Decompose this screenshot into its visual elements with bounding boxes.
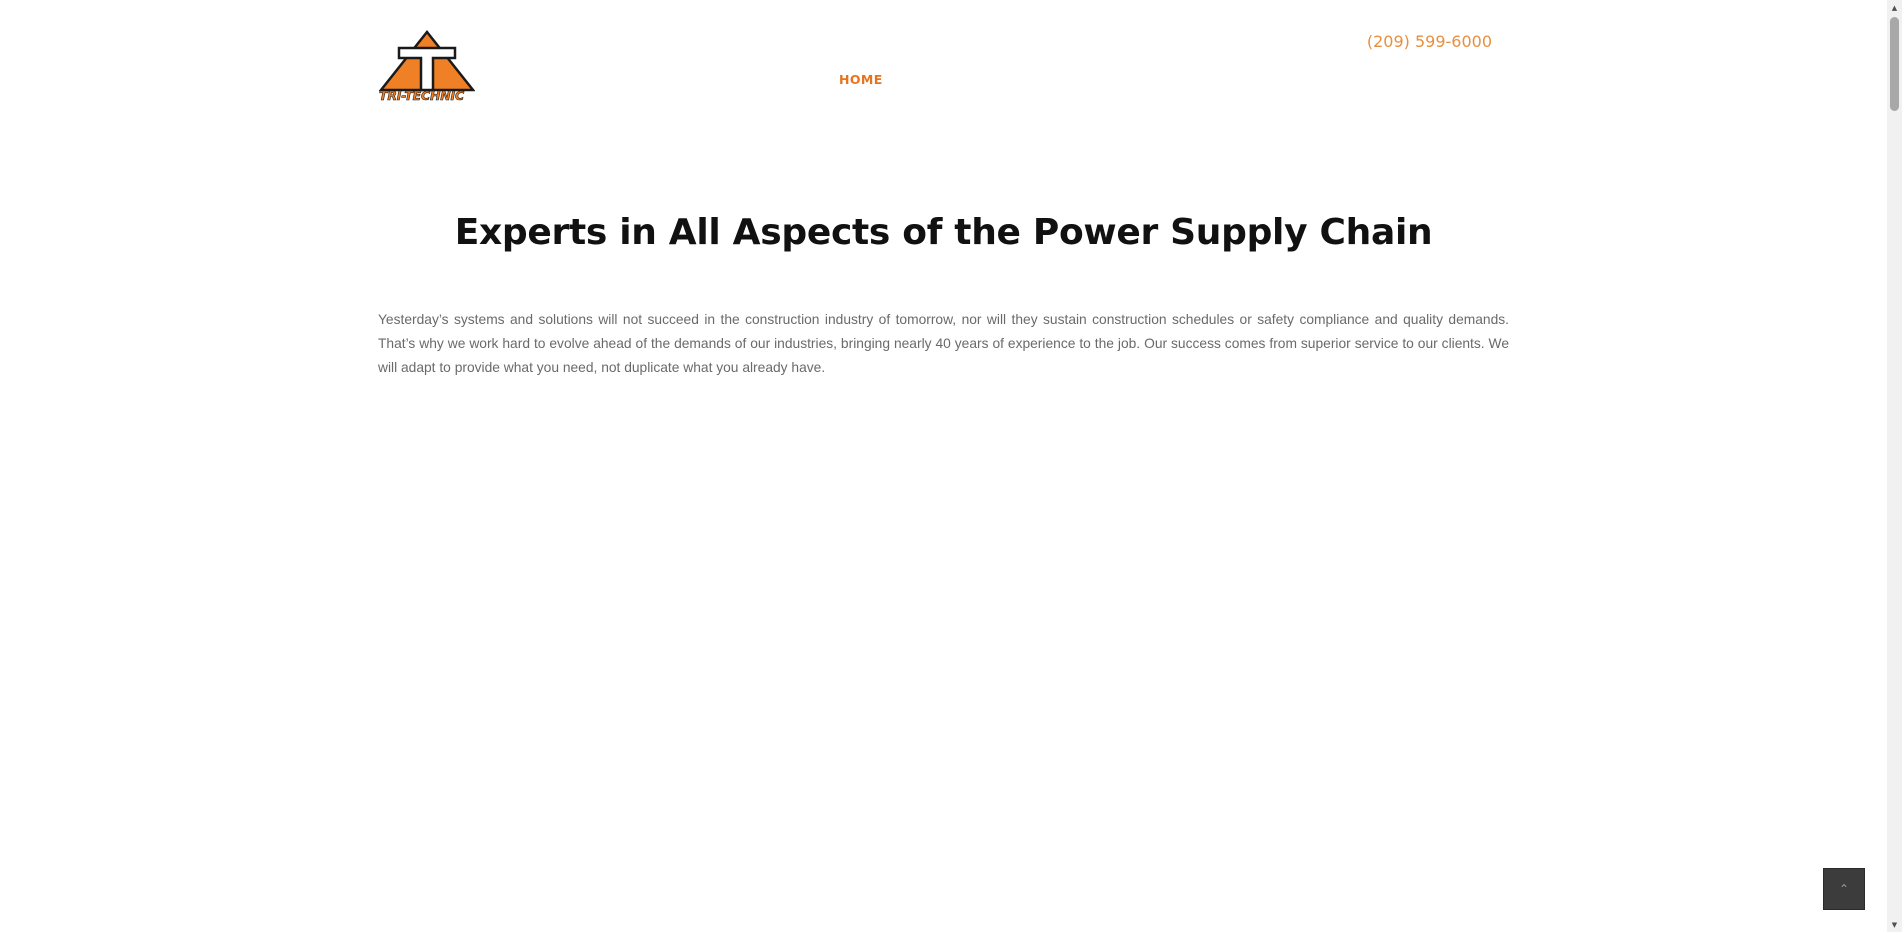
intro-paragraph: Yesterday’s systems and solutions will n…	[378, 312, 1509, 375]
chevron-up-icon: ⌃	[1838, 882, 1850, 896]
nav-item-home[interactable]: HOME	[839, 72, 883, 87]
scroll-to-top-button[interactable]: ⌃	[1823, 868, 1865, 910]
page-headline: Experts in All Aspects of the Power Supp…	[454, 212, 1433, 253]
phone-link[interactable]: (209) 599-6000	[1367, 32, 1492, 51]
scrollbar-thumb[interactable]	[1890, 17, 1899, 111]
page-scrollbar[interactable]: ▲ ▼	[1887, 0, 1902, 932]
page: TRI-TECHNIC (209) 599-6000 HOME Experts …	[0, 0, 1887, 932]
scroll-down-arrow-icon[interactable]: ▼	[1887, 917, 1902, 932]
scroll-up-arrow-icon[interactable]: ▲	[1887, 0, 1902, 15]
logo-wordmark: TRI-TECHNIC	[379, 88, 465, 104]
